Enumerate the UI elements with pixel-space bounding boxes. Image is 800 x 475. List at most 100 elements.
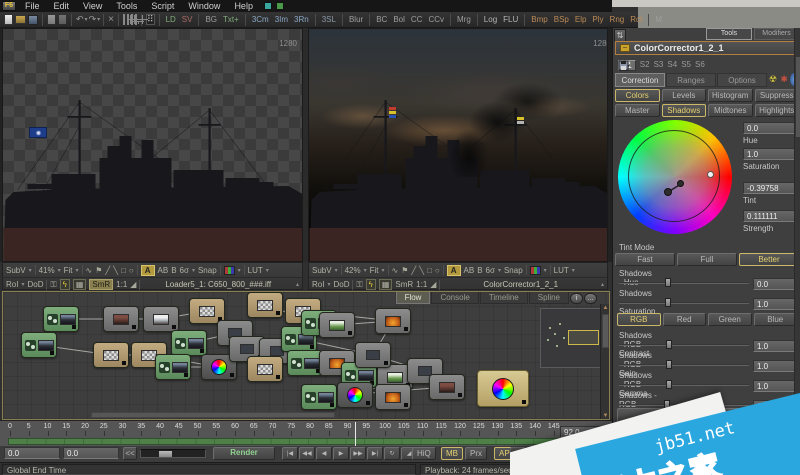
layout-grid-icon[interactable] [127, 14, 129, 25]
buffer-b-button[interactable]: B [477, 266, 482, 275]
flag-icon[interactable]: ⚑ [401, 266, 408, 275]
burst-icon[interactable]: ✱ [779, 73, 789, 86]
slider-track[interactable] [619, 344, 749, 346]
flow-vscroll-thumb[interactable] [602, 314, 609, 348]
snap-button[interactable]: Snap [198, 266, 217, 275]
mini-toolbar-icon-1[interactable] [264, 2, 272, 10]
layout-split-vertical-icon[interactable] [123, 14, 125, 25]
version-s3[interactable]: S3 [654, 60, 664, 71]
lightning-icon[interactable]: ϟ [366, 279, 376, 290]
toolbar-rct[interactable]: Rct [627, 15, 645, 24]
checker-icon[interactable]: ▦ [73, 279, 87, 290]
layout-quad-icon[interactable] [135, 14, 137, 25]
flow-node-mask-7[interactable] [93, 342, 129, 368]
menu-help[interactable]: Help [227, 1, 260, 11]
transport-goto-start-button[interactable]: |◀ [282, 447, 298, 460]
flow-tab-timeline[interactable]: Timeline [480, 292, 528, 304]
line-tool-icon[interactable]: ╱ [105, 266, 110, 275]
slider-handle[interactable] [666, 360, 672, 369]
slider-track[interactable] [619, 282, 749, 284]
ellipse-tool-icon[interactable]: ○ [435, 266, 440, 275]
slider-handle[interactable] [665, 298, 671, 307]
delete-icon[interactable]: × [108, 14, 114, 25]
new-comp-icon[interactable] [4, 14, 13, 25]
channel-green-button[interactable]: Green [708, 313, 752, 326]
viewer-left[interactable]: 1280 [2, 28, 303, 262]
slider-value-field[interactable] [753, 360, 797, 372]
smr-button[interactable]: SmR [89, 279, 113, 290]
toolbar-bsp[interactable]: BSp [551, 15, 572, 24]
transport-play-button[interactable]: ▶ [333, 447, 349, 460]
viewer-left-expand-icon[interactable]: ▴ [296, 281, 299, 288]
view-histogram-button[interactable]: Histogram [708, 89, 753, 102]
rectangle-tool-icon[interactable]: □ [427, 266, 432, 275]
view-levels-button[interactable]: Levels [662, 89, 707, 102]
view-suppress-button[interactable]: Suppress [755, 89, 800, 102]
viewer-right-expand-icon[interactable]: ▴ [601, 281, 604, 288]
scroll-up-icon[interactable]: ▲ [601, 304, 610, 313]
wave-icon[interactable]: ∿ [392, 266, 399, 275]
lut-button[interactable]: LUT [554, 266, 569, 275]
channel-rgb-icon[interactable] [224, 266, 235, 275]
menu-script[interactable]: Script [144, 1, 181, 11]
layout-split-horizontal-icon[interactable] [131, 14, 133, 25]
flow-node-merge-24[interactable] [355, 342, 391, 368]
time-current-field[interactable] [63, 447, 119, 459]
toolbar-m[interactable]: M [652, 15, 665, 24]
flow-node-loader-10[interactable] [155, 354, 191, 380]
flow-node-fire-20[interactable] [375, 308, 411, 334]
buffer-ab-button[interactable]: AB [464, 266, 475, 275]
redo-dropdown-icon[interactable]: ▾ [97, 16, 100, 23]
flow-navigator-minimap[interactable] [540, 308, 601, 368]
menu-edit[interactable]: Edit [47, 1, 77, 11]
tintmode-better-button[interactable]: Better [739, 253, 799, 266]
pen-tool-icon[interactable]: ╲ [113, 266, 118, 275]
wheel-marker-mid[interactable] [677, 180, 684, 187]
flow-node-loader-9[interactable] [171, 330, 207, 356]
navigator-viewport-box[interactable] [568, 330, 599, 345]
dod-button[interactable]: DoD [27, 280, 43, 289]
toolbar-ld[interactable]: LD [163, 15, 179, 24]
flow-node-white-3[interactable] [143, 306, 179, 332]
render-button[interactable]: Render [213, 447, 275, 460]
slider-value-field[interactable] [753, 278, 797, 290]
transport-fast-forward-button[interactable]: ▶▶ [350, 447, 366, 460]
toolbar-ccv[interactable]: CCv [425, 15, 447, 24]
tint-field[interactable] [743, 182, 795, 194]
toolbar-3im[interactable]: 3Im [272, 15, 291, 24]
version-s4[interactable]: S4 [667, 60, 677, 71]
hue-field[interactable] [743, 122, 795, 134]
flow-tab-flow[interactable]: Flow [396, 292, 431, 304]
flow-node-loader-0[interactable] [43, 306, 79, 332]
wheel-marker-white[interactable] [707, 171, 714, 178]
paste-icon[interactable] [58, 14, 67, 25]
toolbar-cc[interactable]: CC [408, 15, 426, 24]
lock-icon[interactable]: ⚿ [50, 280, 56, 290]
toolbar-bg[interactable]: BG [202, 15, 220, 24]
buffer-a-button[interactable]: A [447, 265, 461, 276]
flow-node-mask-15[interactable] [247, 356, 283, 382]
line-tool-icon[interactable]: ╱ [411, 266, 416, 275]
subv-button[interactable]: SubV [312, 266, 332, 275]
collapse-icon[interactable]: – [620, 44, 630, 52]
copy-icon[interactable] [47, 14, 56, 25]
range-highlights-button[interactable]: Highlights [755, 104, 800, 117]
pen-tool-icon[interactable]: ╲ [419, 266, 424, 275]
flow-node-red-26[interactable] [429, 374, 465, 400]
menu-tools[interactable]: Tools [109, 1, 144, 11]
version-s5[interactable]: S5 [681, 60, 691, 71]
time-start-field[interactable] [4, 447, 60, 459]
transport-step-back-button[interactable]: ◀ [316, 447, 332, 460]
toolbar-bc[interactable]: BC [373, 15, 390, 24]
slider-value-field[interactable] [753, 340, 797, 352]
tintmode-full-button[interactable]: Full [677, 253, 737, 266]
radiation-icon[interactable]: ☢ [768, 73, 778, 86]
slider-value-field[interactable] [753, 298, 797, 310]
buffer-a-button[interactable]: A [141, 265, 155, 276]
zoom-level-button[interactable]: 42% [345, 266, 361, 275]
one-to-one-button[interactable]: 1:1 [416, 280, 427, 289]
version-s2[interactable]: S2 [640, 60, 650, 71]
wheel-marker-start[interactable] [664, 188, 672, 196]
slider-handle[interactable] [666, 340, 672, 349]
lock-icon[interactable]: ⚿ [356, 280, 362, 290]
